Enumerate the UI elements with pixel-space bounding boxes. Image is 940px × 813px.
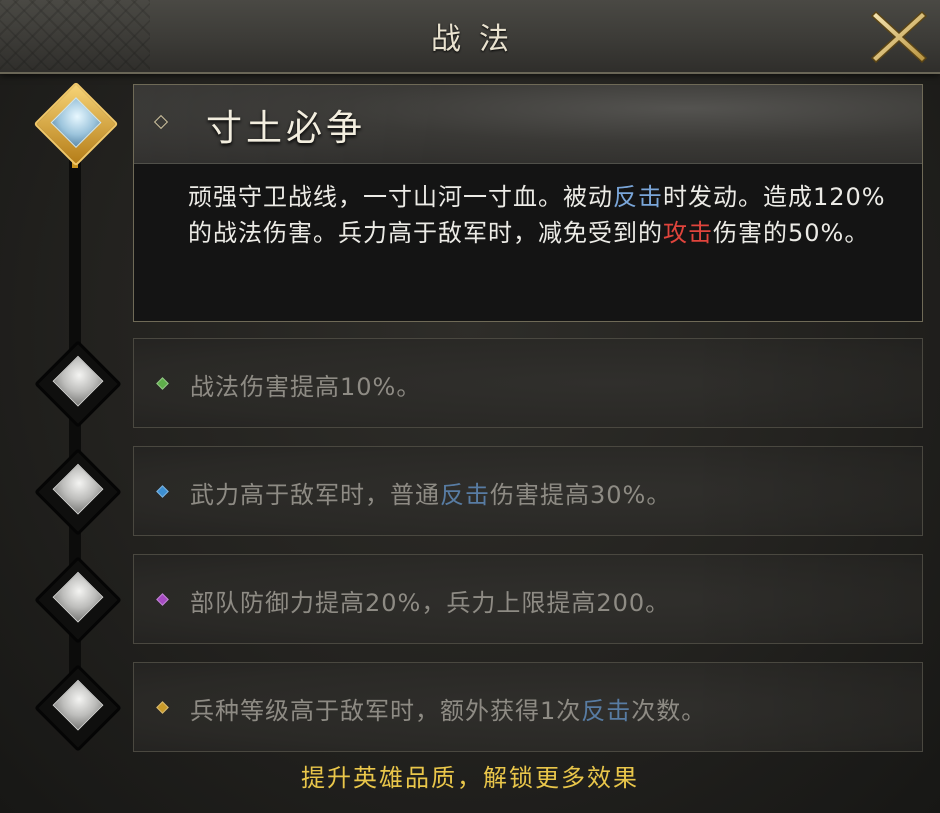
unlock-hint: 提升英雄品质，解锁更多效果 xyxy=(301,764,639,792)
beast-emblem-icon xyxy=(52,355,104,407)
upgrade-card-3: 部队防御力提高20%，兵力上限提高200。 xyxy=(133,554,923,644)
keyword-blue: 反击 xyxy=(581,697,632,725)
upgrade-node-3[interactable] xyxy=(34,556,122,644)
main-skill-node[interactable] xyxy=(33,81,119,167)
keyword-blue: 反击 xyxy=(613,183,663,211)
keyword-blue: 反击 xyxy=(440,481,490,509)
upgrade-dot-icon xyxy=(156,593,169,606)
cloud-emblem-icon xyxy=(52,571,104,623)
dragon-emblem-icon xyxy=(52,463,104,515)
text-segment: 战法伤害提高10%。 xyxy=(190,373,422,401)
text-segment: 兵种等级高于敌军时，额外获得1次 xyxy=(190,697,582,725)
skill-name: 寸土必争 xyxy=(206,108,367,149)
text-segment: 伤害提高30%。 xyxy=(490,481,672,509)
upgrade-text: 战法伤害提高10%。 xyxy=(190,367,421,402)
panel-title: 战法 xyxy=(431,22,527,57)
diamond-bullet-icon xyxy=(153,114,169,130)
close-icon xyxy=(870,10,928,64)
skill-description: 顽强守卫战线，一寸山河一寸血。被动反击时发动。造成120%的战法伤害。兵力高于敌… xyxy=(188,179,888,251)
text-segment: 顽强守卫战线，一寸山河一寸血。被动 xyxy=(188,183,613,211)
upgrade-node-2[interactable] xyxy=(34,448,122,536)
text-segment: 武力高于敌军时，普通 xyxy=(190,481,440,509)
text-segment: 部队防御力提高20%，兵力上限提高200。 xyxy=(190,589,671,617)
upgrade-dot-icon xyxy=(156,701,169,714)
main-skill-header: 寸土必争 xyxy=(134,85,922,164)
upgrade-node-4[interactable] xyxy=(34,664,122,752)
upgrade-node-1[interactable] xyxy=(34,340,122,428)
upgrade-text: 部队防御力提高20%，兵力上限提高200。 xyxy=(190,583,670,618)
text-segment: 伤害的50%。 xyxy=(713,219,870,247)
upgrade-dot-icon xyxy=(156,485,169,498)
upgrade-card-1: 战法伤害提高10%。 xyxy=(133,338,923,428)
upgrade-card-4: 兵种等级高于敌军时，额外获得1次反击次数。 xyxy=(133,662,923,752)
main-skill-card: 寸土必争 顽强守卫战线，一寸山河一寸血。被动反击时发动。造成120%的战法伤害。… xyxy=(133,84,923,322)
text-segment: 次数。 xyxy=(631,697,707,725)
keyword-red: 攻击 xyxy=(663,219,713,247)
upgrade-card-2: 武力高于敌军时，普通反击伤害提高30%。 xyxy=(133,446,923,536)
gem-icon xyxy=(52,679,104,731)
header-bar: 战法 xyxy=(0,0,940,74)
gem-icon xyxy=(50,97,102,149)
upgrade-dot-icon xyxy=(156,377,169,390)
close-button[interactable] xyxy=(868,6,930,68)
upgrade-text: 武力高于敌军时，普通反击伤害提高30%。 xyxy=(190,475,671,510)
skill-panel: 战法 寸土必争 顽强守卫战线，一寸山河一寸血。被动反击时发动。造成120%的战法… xyxy=(0,0,940,813)
upgrade-text: 兵种等级高于敌军时，额外获得1次反击次数。 xyxy=(190,691,706,726)
